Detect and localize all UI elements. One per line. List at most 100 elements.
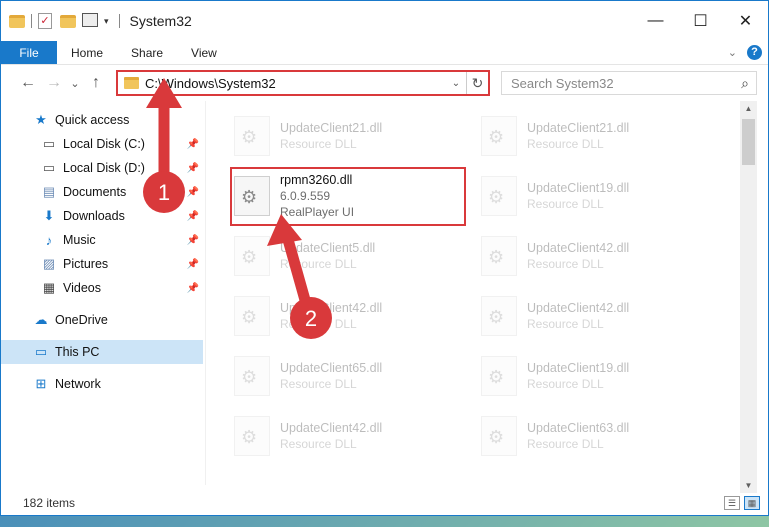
window-controls: — ☐ ✕ — [633, 1, 768, 41]
tab-view[interactable]: View — [177, 41, 231, 64]
scroll-up-icon[interactable]: ▲ — [740, 104, 757, 113]
pin-icon[interactable]: 📌 — [187, 187, 199, 198]
address-bar[interactable]: C:\Windows\System32 ⌄ ↻ — [116, 70, 490, 96]
pin-icon[interactable]: 📌 — [187, 259, 199, 270]
tab-share[interactable]: Share — [117, 41, 177, 64]
file-name: UpdateClient63.dll — [527, 421, 630, 435]
dll-file-icon: ⚙ — [481, 416, 517, 456]
sidebar-icon: ▨ — [42, 256, 56, 271]
vertical-scrollbar[interactable]: ▲ ▼ — [740, 101, 757, 493]
file-name: UpdateClient21.dll — [527, 121, 630, 135]
file-name: UpdateClient42.dll — [527, 241, 630, 255]
file-item[interactable]: ⚙ UpdateClient21.dll Resource DLL — [230, 107, 465, 165]
forward-button[interactable]: → — [41, 74, 67, 92]
sidebar-item-label: Quick access — [55, 113, 130, 127]
scroll-thumb[interactable] — [742, 119, 755, 165]
help-icon[interactable]: ? — [747, 45, 762, 60]
tab-file[interactable]: File — [1, 41, 57, 64]
close-button[interactable]: ✕ — [723, 1, 768, 41]
toolbar-dropdown-icon[interactable]: ▾ — [104, 16, 109, 27]
address-path[interactable]: C:\Windows\System32 — [145, 76, 446, 91]
sidebar-icon: ▦ — [42, 280, 56, 295]
file-list: ⚙ UpdateClient21.dll Resource DLL ⚙ UpdateCl… — [207, 101, 741, 485]
sidebar-item-network[interactable]: ⊞ Network — [1, 372, 203, 396]
pin-icon[interactable]: 📌 — [187, 283, 199, 294]
file-item[interactable]: ⚙ UpdateClient63.dll Resource DLL — [477, 407, 712, 465]
sidebar-item-local-disk-d[interactable]: ▭ Local Disk (D:) 📌 — [1, 156, 203, 180]
pin-icon[interactable]: 📌 — [187, 163, 199, 174]
up-button[interactable]: ↑ — [83, 74, 109, 92]
refresh-button[interactable]: ↻ — [466, 72, 488, 94]
navigation-pane: ★ Quick access ▭ Local Disk (C:) 📌 ▭ Local Dis… — [1, 101, 206, 485]
new-folder-icon[interactable] — [60, 13, 76, 29]
sidebar-item-videos[interactable]: ▦ Videos 📌 — [1, 276, 203, 300]
sidebar-icon: ▭ — [42, 136, 56, 151]
sidebar-icon: ♪ — [45, 232, 53, 248]
title-bar: ✓ ▾ System32 — ☐ ✕ — [1, 1, 768, 41]
file-description: Resource DLL — [280, 257, 357, 271]
file-item[interactable]: ⚙ UpdateClient42.dll Resource DLL — [230, 407, 465, 465]
dll-file-icon: ⚙ — [481, 296, 517, 336]
sidebar-item-downloads[interactable]: ⬇ Downloads 📌 — [1, 204, 203, 228]
search-input[interactable]: Search System32 — [511, 76, 734, 91]
minimize-button[interactable]: — — [633, 1, 678, 41]
dll-file-icon: ⚙ — [234, 176, 270, 216]
sidebar-item-local-disk-c[interactable]: ▭ Local Disk (C:) 📌 — [1, 132, 203, 156]
file-item[interactable]: ⚙ UpdateClient42.dll Resource DLL — [477, 227, 712, 285]
pin-icon[interactable]: 📌 — [187, 235, 199, 246]
file-item[interactable]: ⚙ UpdateClient65.dll Resource DLL — [230, 347, 465, 405]
file-name: rpmn3260.dll — [280, 173, 353, 187]
pin-icon[interactable]: 📌 — [187, 211, 199, 222]
address-dropdown-icon[interactable]: ⌄ — [446, 78, 466, 89]
pin-icon[interactable]: 📌 — [187, 139, 199, 150]
back-button[interactable]: ← — [15, 74, 41, 92]
customize-toolbar-icon[interactable] — [82, 13, 98, 29]
tiles-view-icon[interactable]: ▦ — [744, 496, 760, 510]
search-icon[interactable]: ⌕ — [734, 75, 756, 92]
file-description: Resource DLL — [280, 437, 357, 451]
sidebar-item-label: Documents — [63, 185, 127, 199]
item-count: 182 items — [23, 496, 76, 510]
sidebar-item-label: OneDrive — [55, 313, 108, 327]
file-item[interactable]: ⚙ UpdateClient5.dll Resource DLL — [230, 227, 465, 285]
file-item[interactable]: ⚙ UpdateClient19.dll Resource DLL — [477, 167, 712, 225]
sidebar-item-this-pc[interactable]: ▭ This PC — [1, 340, 203, 364]
sidebar-item-label: Downloads — [63, 209, 125, 223]
view-toggle: ☰ ▦ — [724, 496, 760, 510]
sidebar-item-documents[interactable]: ▤ Documents 📌 — [1, 180, 203, 204]
file-rpmn3260[interactable]: ⚙ rpmn3260.dll 6.0.9.559 RealPlayer UI — [230, 167, 465, 225]
file-description: Resource DLL — [527, 257, 604, 271]
file-description: Resource DLL — [527, 437, 604, 451]
file-item[interactable]: ⚙ UpdateClient42.dll Resource DLL — [477, 287, 712, 345]
sidebar-item-label: This PC — [55, 345, 100, 359]
sidebar-item-label: Network — [55, 377, 101, 391]
file-item[interactable]: ⚙ UpdateClient19.dll Resource DLL — [477, 347, 712, 405]
maximize-button[interactable]: ☐ — [678, 1, 723, 41]
sidebar-item-label: Local Disk (C:) — [63, 137, 145, 151]
details-view-icon[interactable]: ☰ — [724, 496, 740, 510]
file-description: Resource DLL — [527, 137, 604, 151]
scroll-down-icon[interactable]: ▼ — [740, 481, 757, 490]
sidebar-icon: ⬇ — [43, 208, 55, 223]
file-item[interactable]: ⚙ UpdateClient21.dll Resource DLL — [477, 107, 712, 165]
sidebar-item-onedrive[interactable]: ☁ OneDrive — [1, 308, 203, 332]
properties-check-icon[interactable]: ✓ — [38, 13, 54, 29]
file-description: Resource DLL — [280, 317, 357, 331]
dll-file-icon: ⚙ — [481, 176, 517, 216]
file-item[interactable]: ⚙ UpdateClient42.dll Resource DLL — [230, 287, 465, 345]
dll-file-icon: ⚙ — [481, 116, 517, 156]
tab-home[interactable]: Home — [57, 41, 117, 64]
dll-file-icon: ⚙ — [481, 236, 517, 276]
recent-locations-icon[interactable]: ⌄ — [67, 77, 83, 90]
search-box[interactable]: Search System32 ⌕ — [501, 71, 757, 95]
file-name: UpdateClient42.dll — [280, 301, 383, 315]
sidebar-item-pictures[interactable]: ▨ Pictures 📌 — [1, 252, 203, 276]
chevron-down-icon[interactable]: ⌄ — [728, 46, 737, 59]
sidebar-icon: ▤ — [42, 184, 56, 199]
sidebar-item-music[interactable]: ♪ Music 📌 — [1, 228, 203, 252]
sidebar-item-quick-access[interactable]: ★ Quick access — [1, 108, 203, 132]
file-description: Resource DLL — [280, 377, 357, 391]
file-version: 6.0.9.559 — [280, 189, 331, 203]
dll-file-icon: ⚙ — [234, 296, 270, 336]
sidebar-icon: ☁ — [34, 312, 48, 327]
